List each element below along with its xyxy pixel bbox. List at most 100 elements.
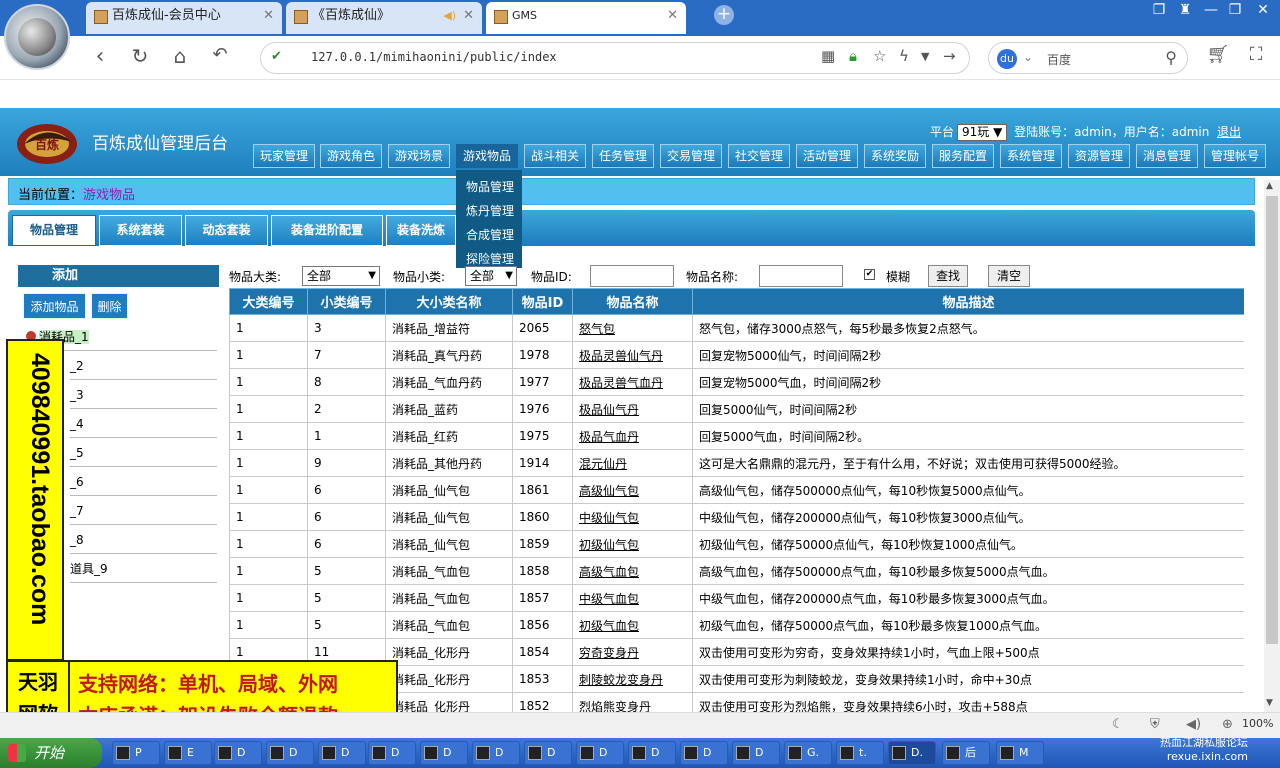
taskbar-item[interactable]: D <box>576 741 624 765</box>
close-tab-icon[interactable]: ✕ <box>263 2 274 30</box>
fuzzy-checkbox[interactable]: ✔ <box>864 269 875 280</box>
new-tab-icon[interactable]: + <box>714 5 734 25</box>
table-row[interactable]: 1 6 消耗品_仙气包 1860 中级仙气包 中级仙气包，储存200000点仙气，每10秒… <box>229 503 1244 531</box>
taskbar-item[interactable]: D <box>368 741 416 765</box>
cell-item-name[interactable]: 中级仙气包 <box>572 503 693 531</box>
breadcrumb-current[interactable]: 游戏物品 <box>83 188 135 203</box>
go-arrow-icon[interactable]: → <box>943 47 956 65</box>
shield-icon[interactable]: ⛨ <box>1150 717 1160 732</box>
item-id-input[interactable] <box>590 265 674 287</box>
menu-player[interactable]: 玩家管理 <box>253 144 315 168</box>
tab-equip-advance[interactable]: 装备进阶配置 <box>271 215 383 246</box>
browser-tab[interactable]: 百炼成仙-会员中心 ✕ <box>86 2 282 34</box>
tree-item[interactable]: _4 <box>70 413 217 438</box>
table-row[interactable]: 1 6 消耗品_仙气包 1861 高级仙气包 高级仙气包，储存500000点仙气，每10秒… <box>229 476 1244 504</box>
col-subcategory-id[interactable]: 小类编号 <box>307 288 386 315</box>
restore-icon[interactable]: ❐ <box>1148 2 1170 18</box>
item-name-link[interactable]: 初级气血包 <box>579 619 639 633</box>
table-row[interactable]: 1 8 消耗品_气血丹药 1977 极品灵兽气血丹 回复宠物5000气血，时间间隔2秒 <box>229 368 1244 396</box>
item-name-link[interactable]: 穷奇变身丹 <box>579 646 639 660</box>
cell-item-name[interactable]: 穷奇变身丹 <box>572 638 693 666</box>
cell-item-name[interactable]: 中级气血包 <box>572 584 693 612</box>
cell-item-name[interactable]: 混元仙丹 <box>572 449 693 477</box>
cell-item-name[interactable]: 极品气血丹 <box>572 422 693 450</box>
item-name-link[interactable]: 混元仙丹 <box>579 457 627 471</box>
menu-items-active[interactable]: 游戏物品 <box>456 144 518 168</box>
table-row[interactable]: 1 5 消耗品_气血包 1857 中级气血包 中级气血包，储存200000点气血，每10秒… <box>229 584 1244 612</box>
cell-item-name[interactable]: 初级气血包 <box>572 611 693 639</box>
cell-item-name[interactable]: 怒气包 <box>572 314 693 342</box>
taskbar-item[interactable]: 后 <box>942 741 990 765</box>
chevron-down-icon[interactable]: ⌄ <box>1023 50 1033 64</box>
taskbar-item[interactable]: E <box>164 741 212 765</box>
scroll-down-icon[interactable]: ▼ <box>1266 698 1273 708</box>
menu-activity[interactable]: 活动管理 <box>796 144 858 168</box>
table-row[interactable]: 1 7 消耗品_真气丹药 1978 极品灵兽仙气丹 回复宠物5000仙气，时间间隔2秒 <box>229 341 1244 369</box>
taskbar-item[interactable]: D <box>732 741 780 765</box>
cell-item-name[interactable]: 初级仙气包 <box>572 530 693 558</box>
item-name-link[interactable]: 高级气血包 <box>579 565 639 579</box>
taskbar-item[interactable]: D <box>318 741 366 765</box>
browser-logo-icon[interactable] <box>4 4 70 70</box>
item-name-link[interactable]: 中级仙气包 <box>579 511 639 525</box>
menu-system[interactable]: 系统管理 <box>1000 144 1062 168</box>
taskbar-item[interactable]: D <box>266 741 314 765</box>
taskbar-item[interactable]: P <box>112 741 160 765</box>
qrcode-icon[interactable]: ▦ <box>821 47 835 65</box>
taskbar-item[interactable]: G. <box>784 741 832 765</box>
item-name-link[interactable]: 极品灵兽气血丹 <box>579 376 663 390</box>
taskbar-item[interactable]: D <box>524 741 572 765</box>
dropdown-icon[interactable]: ▼ <box>921 50 929 63</box>
item-name-link[interactable]: 极品仙气丹 <box>579 403 639 417</box>
taskbar-item[interactable]: M <box>996 741 1044 765</box>
table-row[interactable]: 1 1 消耗品_红药 1975 极品气血丹 回复5000气血，时间间隔2秒。 <box>229 422 1244 450</box>
cell-item-name[interactable]: 高级仙气包 <box>572 476 693 504</box>
cart-icon[interactable]: 🛒︎ <box>1204 44 1232 65</box>
add-item-button[interactable]: 添加物品 <box>23 293 86 319</box>
browser-tab-active[interactable]: GMS ✕ <box>486 2 686 34</box>
tab-equip-refine[interactable]: 装备洗炼 <box>386 215 456 246</box>
col-category-name[interactable]: 大小类名称 <box>385 288 513 315</box>
cell-item-name[interactable]: 极品灵兽气血丹 <box>572 368 693 396</box>
menu-account[interactable]: 管理帐号 <box>1204 144 1266 168</box>
cell-item-name[interactable]: 高级气血包 <box>572 557 693 585</box>
undo-icon[interactable]: ↶ <box>206 44 234 65</box>
table-row[interactable]: 1 5 消耗品_气血包 1858 高级气血包 高级气血包，储存500000点气血，每10秒… <box>229 557 1244 585</box>
table-row[interactable]: 1 5 消耗品_气血包 1856 初级气血包 初级气血包，储存50000点气血，每10秒最… <box>229 611 1244 639</box>
tab-item-manage[interactable]: 物品管理 <box>12 215 96 246</box>
tab-dynamic-set[interactable]: 动态套装 <box>185 215 268 246</box>
clear-button[interactable]: 清空 <box>988 265 1030 287</box>
menu-scene[interactable]: 游戏场景 <box>388 144 450 168</box>
search-icon[interactable]: ⚲ <box>1165 48 1177 67</box>
bolt-icon[interactable]: ϟ <box>899 47 909 65</box>
tree-item[interactable]: _6 <box>70 471 217 496</box>
close-tab-icon[interactable]: ✕ <box>667 2 678 30</box>
maximize-icon[interactable]: ❐ <box>1224 2 1246 18</box>
col-item-desc[interactable]: 物品描述 <box>692 288 1244 315</box>
cell-item-name[interactable]: 极品仙气丹 <box>572 395 693 423</box>
search-box[interactable]: du ⌄ 百度 ⚲ <box>988 42 1188 74</box>
taskbar-item[interactable]: D <box>472 741 520 765</box>
menu-service[interactable]: 服务配置 <box>932 144 994 168</box>
logout-link[interactable]: 退出 <box>1217 125 1241 139</box>
cell-item-name[interactable]: 烈焰熊变身丹 <box>572 692 693 712</box>
item-name-link[interactable]: 高级仙气包 <box>579 484 639 498</box>
search-button[interactable]: 查找 <box>928 265 968 287</box>
delete-button[interactable]: 删除 <box>91 293 128 319</box>
menu-trade[interactable]: 交易管理 <box>660 144 722 168</box>
menu-role[interactable]: 游戏角色 <box>320 144 382 168</box>
dropdown-item-explore[interactable]: 探险管理 <box>466 250 514 267</box>
baidu-paw-icon[interactable]: du <box>997 49 1017 69</box>
col-item-id[interactable]: 物品ID <box>512 288 573 315</box>
start-button[interactable]: 开始 <box>0 738 102 768</box>
close-tab-icon[interactable]: ✕ <box>463 2 474 30</box>
col-category-id[interactable]: 大类编号 <box>229 288 308 315</box>
lock-icon[interactable]: 🔒︎ <box>849 47 857 65</box>
scrollbar-thumb[interactable] <box>1266 196 1278 644</box>
subcategory-select[interactable]: 全部 ▼ <box>465 266 517 286</box>
table-row[interactable]: 1 6 消耗品_仙气包 1859 初级仙气包 初级仙气包，储存50000点仙气，每10秒恢… <box>229 530 1244 558</box>
table-row[interactable]: 1 2 消耗品_蓝药 1976 极品仙气丹 回复5000仙气，时间间隔2秒 <box>229 395 1244 423</box>
moon-icon[interactable]: ☾ <box>1112 717 1124 732</box>
reload-icon[interactable]: ↻ <box>126 44 154 68</box>
cell-item-name[interactable]: 刺陵蛟龙变身丹 <box>572 665 693 693</box>
